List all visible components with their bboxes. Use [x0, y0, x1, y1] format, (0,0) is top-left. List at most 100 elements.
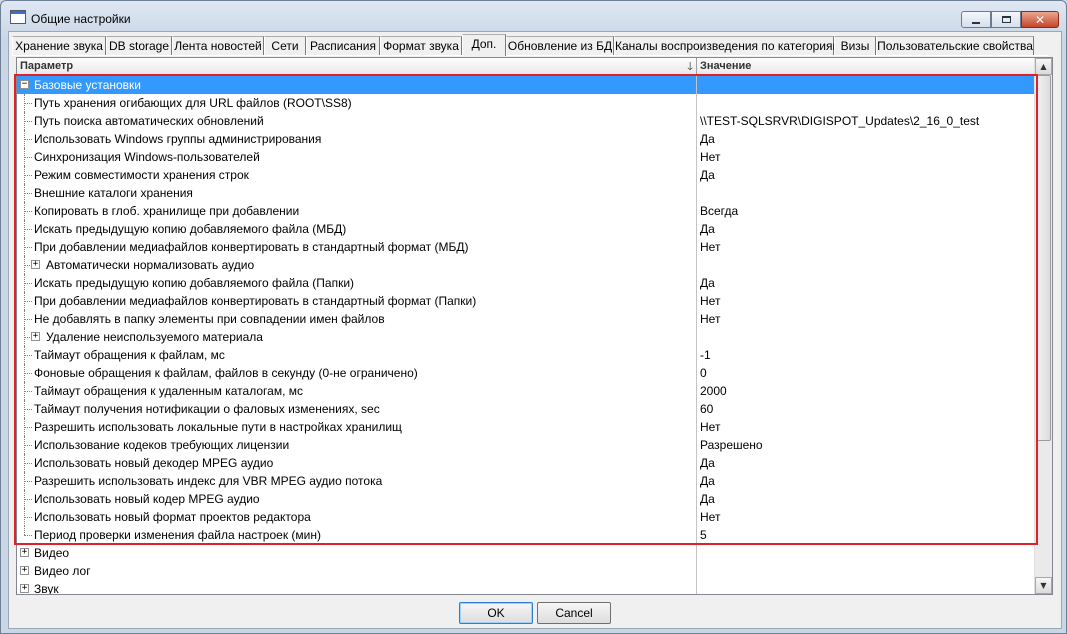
param-cell[interactable]: Не добавлять в папку элементы при совпад…	[17, 310, 697, 328]
value-cell[interactable]: Да	[700, 472, 1030, 490]
grid-row[interactable]: + Звук	[17, 580, 1035, 594]
grid-row[interactable]: Копировать в глоб. хранилище при добавле…	[17, 202, 1035, 220]
expand-icon[interactable]: +	[20, 584, 29, 593]
param-cell[interactable]: Копировать в глоб. хранилище при добавле…	[17, 202, 697, 220]
grid-row[interactable]: Путь поиска автоматических обновлений \\T…	[17, 112, 1035, 130]
tab-10[interactable]: Визы	[834, 36, 876, 55]
grid-row[interactable]: Период проверки изменения файла настроек…	[17, 526, 1035, 544]
param-cell[interactable]: + Удаление неиспользуемого материала	[17, 328, 697, 346]
param-cell[interactable]: + Автоматически нормализовать аудио	[17, 256, 697, 274]
param-cell[interactable]: Разрешить использовать индекс для VBR MP…	[17, 472, 697, 490]
grid-row[interactable]: Фоновые обращения к файлам, файлов в сек…	[17, 364, 1035, 382]
value-cell[interactable]: Да	[700, 274, 1030, 292]
param-cell[interactable]: + Видео лог	[17, 562, 697, 580]
tab-1[interactable]: Хранение звука	[12, 36, 106, 55]
grid-row[interactable]: − Базовые установки	[17, 76, 1035, 94]
tab-4[interactable]: Сети	[264, 36, 306, 55]
value-cell[interactable]: Да	[700, 220, 1030, 238]
value-cell[interactable]	[700, 328, 1030, 346]
maximize-button[interactable]	[991, 11, 1021, 28]
param-cell[interactable]: Использование кодеков требующих лицензии	[17, 436, 697, 454]
param-cell[interactable]: Искать предыдущую копию добавляемого фай…	[17, 220, 697, 238]
tab-11[interactable]: Пользовательские свойства	[876, 36, 1034, 55]
scroll-down-button[interactable]: ▼	[1035, 577, 1052, 594]
grid-row[interactable]: Использовать новый кодер MPEG аудио Да	[17, 490, 1035, 508]
tab-2[interactable]: DB storage	[106, 36, 172, 55]
ok-button[interactable]: OK	[459, 602, 533, 624]
value-cell[interactable]	[700, 580, 1030, 594]
param-cell[interactable]: Использовать Windows группы администриро…	[17, 130, 697, 148]
expand-icon[interactable]: +	[31, 260, 40, 269]
grid-row[interactable]: Не добавлять в папку элементы при совпад…	[17, 310, 1035, 328]
close-button[interactable]: ✕	[1021, 11, 1059, 28]
cancel-button[interactable]: Cancel	[537, 602, 611, 624]
value-cell[interactable]: 0	[700, 364, 1030, 382]
collapse-icon[interactable]: −	[20, 80, 29, 89]
param-cell[interactable]: Таймаут обращения к файлам, мс	[17, 346, 697, 364]
param-cell[interactable]: Внешние каталоги хранения	[17, 184, 697, 202]
value-cell[interactable]: -1	[700, 346, 1030, 364]
expand-icon[interactable]: +	[31, 332, 40, 341]
grid-row[interactable]: Искать предыдущую копию добавляемого фай…	[17, 274, 1035, 292]
value-cell[interactable]: Нет	[700, 292, 1030, 310]
tab-8[interactable]: Обновление из БД	[506, 36, 614, 55]
value-cell[interactable]: Нет	[700, 418, 1030, 436]
scrollbar-thumb[interactable]	[1036, 75, 1051, 441]
grid-row[interactable]: + Видео лог	[17, 562, 1035, 580]
grid-row[interactable]: Внешние каталоги хранения	[17, 184, 1035, 202]
grid-row[interactable]: Использовать новый декодер MPEG аудио Да	[17, 454, 1035, 472]
grid-row[interactable]: При добавлении медиафайлов конвертироват…	[17, 238, 1035, 256]
column-header-value[interactable]: Значение	[697, 58, 1035, 75]
value-cell[interactable]: Нет	[700, 148, 1030, 166]
param-cell[interactable]: + Видео	[17, 544, 697, 562]
param-cell[interactable]: Путь хранения огибающих для URL файлов (…	[17, 94, 697, 112]
param-cell[interactable]: Режим совместимости хранения строк	[17, 166, 697, 184]
value-cell[interactable]: 5	[700, 526, 1030, 544]
grid-row[interactable]: Искать предыдущую копию добавляемого фай…	[17, 220, 1035, 238]
grid-row[interactable]: + Видео	[17, 544, 1035, 562]
grid-row[interactable]: Использование кодеков требующих лицензии…	[17, 436, 1035, 454]
param-cell[interactable]: Искать предыдущую копию добавляемого фай…	[17, 274, 697, 292]
value-cell[interactable]: 60	[700, 400, 1030, 418]
value-cell[interactable]: Всегда	[700, 202, 1030, 220]
tab-6[interactable]: Формат звука	[380, 36, 462, 55]
value-cell[interactable]: Да	[700, 130, 1030, 148]
value-cell[interactable]: Да	[700, 490, 1030, 508]
value-cell[interactable]: Разрешено	[700, 436, 1030, 454]
grid-row[interactable]: + Автоматически нормализовать аудио	[17, 256, 1035, 274]
title-bar[interactable]: Общие настройки ✕	[1, 1, 1066, 31]
value-cell[interactable]: \\TEST-SQLSRVR\DIGISPOT_Updates\2_16_0_t…	[700, 112, 1030, 130]
grid-row[interactable]: Разрешить использовать индекс для VBR MP…	[17, 472, 1035, 490]
param-cell[interactable]: Путь поиска автоматических обновлений	[17, 112, 697, 130]
grid-row[interactable]: Разрешить использовать локальные пути в …	[17, 418, 1035, 436]
param-cell[interactable]: Таймаут получения нотификации о фаловых …	[17, 400, 697, 418]
expand-icon[interactable]: +	[20, 548, 29, 557]
tab-7[interactable]: Доп.	[462, 34, 506, 56]
grid-row[interactable]: Режим совместимости хранения строк Да	[17, 166, 1035, 184]
grid-row[interactable]: Синхронизация Windows-пользователей Нет	[17, 148, 1035, 166]
value-cell[interactable]: Нет	[700, 508, 1030, 526]
value-cell[interactable]	[700, 184, 1030, 202]
param-cell[interactable]: Разрешить использовать локальные пути в …	[17, 418, 697, 436]
value-cell[interactable]: Да	[700, 454, 1030, 472]
value-cell[interactable]	[700, 94, 1030, 112]
param-cell[interactable]: Фоновые обращения к файлам, файлов в сек…	[17, 364, 697, 382]
expand-icon[interactable]: +	[20, 566, 29, 575]
value-cell[interactable]	[700, 256, 1030, 274]
tab-3[interactable]: Лента новостей	[172, 36, 264, 55]
value-cell[interactable]	[700, 562, 1030, 580]
param-cell[interactable]: Синхронизация Windows-пользователей	[17, 148, 697, 166]
column-header-param[interactable]: Параметр 🡓	[17, 58, 697, 75]
grid-row[interactable]: + Удаление неиспользуемого материала	[17, 328, 1035, 346]
param-cell[interactable]: + Звук	[17, 580, 697, 594]
grid-row[interactable]: Таймаут обращения к файлам, мс -1	[17, 346, 1035, 364]
value-cell[interactable]: Да	[700, 166, 1030, 184]
value-cell[interactable]	[700, 544, 1030, 562]
value-cell[interactable]: Нет	[700, 310, 1030, 328]
param-cell[interactable]: Использовать новый кодер MPEG аудио	[17, 490, 697, 508]
tab-5[interactable]: Расписания	[306, 36, 380, 55]
grid-row[interactable]: Использовать новый формат проектов редак…	[17, 508, 1035, 526]
param-cell[interactable]: Период проверки изменения файла настроек…	[17, 526, 697, 544]
param-cell[interactable]: При добавлении медиафайлов конвертироват…	[17, 292, 697, 310]
vertical-scrollbar[interactable]: ▲ ▼	[1034, 58, 1052, 594]
